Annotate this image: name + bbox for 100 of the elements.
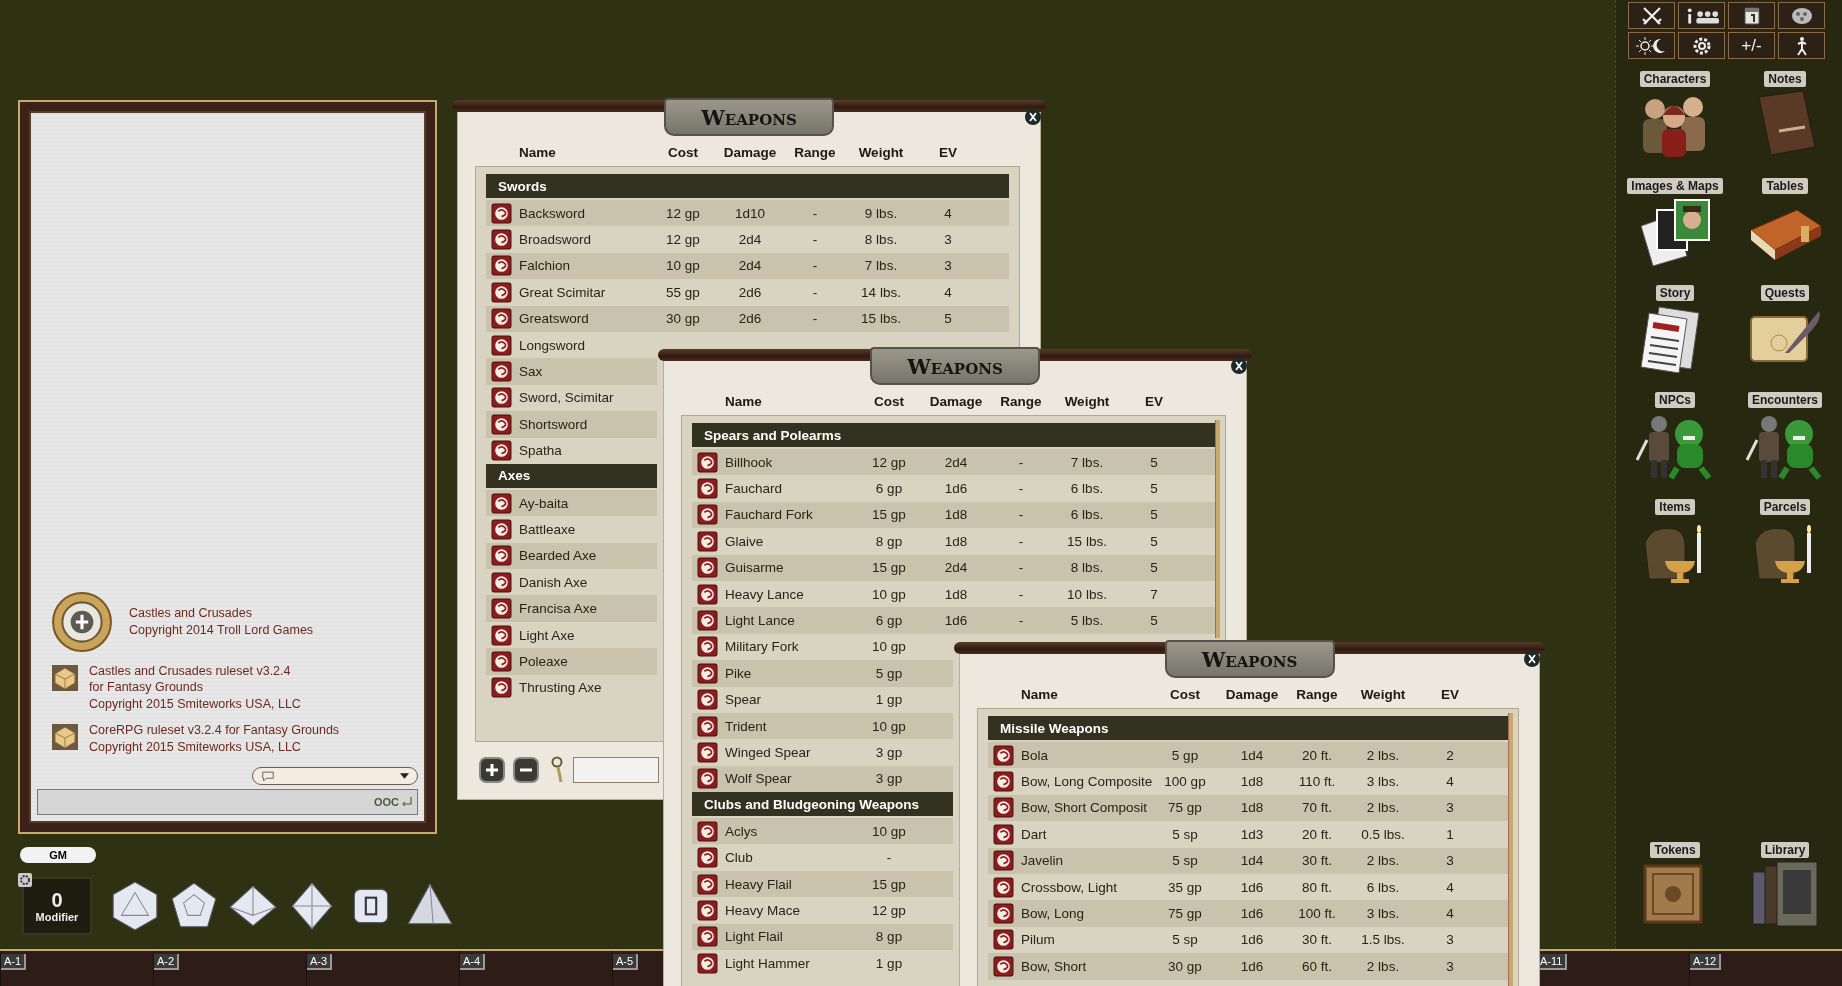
search-field[interactable] bbox=[573, 757, 659, 783]
column-header[interactable]: Range bbox=[990, 393, 1052, 409]
link-icon[interactable] bbox=[993, 929, 1014, 951]
weapon-row[interactable]: Francisa Axe bbox=[486, 595, 657, 622]
link-icon[interactable] bbox=[697, 820, 718, 842]
link-icon[interactable] bbox=[491, 677, 512, 699]
link-icon[interactable] bbox=[993, 903, 1014, 925]
toolbar-button[interactable] bbox=[1628, 2, 1675, 29]
link-icon[interactable] bbox=[697, 926, 718, 948]
link-icon[interactable] bbox=[697, 768, 718, 790]
weapon-row[interactable]: Light Lance 6 gp 1d6 - 5 lbs. 5 bbox=[692, 607, 1215, 634]
weapon-row[interactable]: Poleaxe bbox=[486, 648, 657, 675]
remove-button[interactable] bbox=[513, 757, 539, 783]
weapon-row[interactable]: Sax bbox=[486, 358, 657, 385]
weapon-row[interactable]: Greatsword 30 gp 2d6 - 15 lbs. 5 bbox=[486, 305, 1009, 332]
weapon-row[interactable]: Wolf Spear 3 gp bbox=[692, 765, 953, 793]
link-icon[interactable] bbox=[491, 519, 512, 540]
column-header[interactable]: EV bbox=[916, 144, 980, 160]
weapon-row[interactable]: Ay-baita bbox=[486, 489, 657, 517]
weapon-row[interactable]: Light Flail 8 gp bbox=[692, 923, 953, 951]
weapon-row[interactable]: Shortsword bbox=[486, 411, 657, 438]
weapon-row[interactable]: Guisarme 15 gp 2d4 - 8 lbs. 5 bbox=[692, 554, 1215, 581]
column-header[interactable]: Name bbox=[725, 393, 856, 409]
weapon-row[interactable]: Billhook 12 gp 2d4 - 7 lbs. 5 bbox=[692, 449, 1215, 476]
link-icon[interactable] bbox=[491, 229, 512, 251]
settings-icon[interactable] bbox=[18, 873, 32, 887]
link-icon[interactable] bbox=[697, 873, 718, 895]
weapon-row[interactable]: Bow, Short Composit 75 gp 1d8 70 ft. 2 lbs. 3 bbox=[988, 794, 1511, 822]
column-header[interactable]: Weight bbox=[846, 144, 916, 160]
hotkey-slot[interactable]: A-12 bbox=[1690, 954, 1722, 970]
link-icon[interactable] bbox=[697, 530, 718, 552]
link-icon[interactable] bbox=[697, 952, 718, 974]
sidebar-label[interactable]: Parcels bbox=[1759, 499, 1811, 515]
ooc-label[interactable]: OOC bbox=[373, 796, 399, 808]
weapon-row[interactable]: Bow, Short 30 gp 1d6 60 ft. 2 lbs. 3 bbox=[988, 953, 1511, 980]
link-icon[interactable] bbox=[491, 255, 512, 277]
weapon-row[interactable]: Fauchard Fork 15 gp 1d8 - 6 lbs. 5 bbox=[692, 501, 1215, 529]
link-icon[interactable] bbox=[491, 308, 512, 330]
sidebar-label[interactable]: Items bbox=[1655, 499, 1695, 515]
toolbar-button[interactable] bbox=[1728, 2, 1775, 29]
column-header[interactable]: Name bbox=[1021, 686, 1152, 702]
hotkey-slot[interactable]: A-2 bbox=[154, 954, 180, 970]
link-icon[interactable] bbox=[491, 334, 512, 356]
link-icon[interactable] bbox=[697, 662, 718, 684]
chat-mode-dropdown[interactable] bbox=[252, 767, 418, 785]
add-button[interactable] bbox=[479, 757, 505, 783]
sidebar-label[interactable]: Encounters bbox=[1748, 392, 1822, 408]
link-icon[interactable] bbox=[697, 504, 718, 526]
column-header[interactable]: Damage bbox=[716, 144, 784, 160]
weapon-row[interactable]: Pike 5 gp bbox=[692, 660, 953, 687]
weapon-row[interactable]: Falchion 10 gp 2d4 - 7 lbs. 3 bbox=[486, 252, 1009, 280]
chat-input-field[interactable]: OOC bbox=[37, 789, 418, 815]
column-header[interactable]: Damage bbox=[922, 393, 990, 409]
link-icon[interactable] bbox=[491, 387, 512, 409]
hotkey-slot[interactable]: A-1 bbox=[1, 954, 27, 970]
sidebar-label[interactable]: Tables bbox=[1762, 178, 1808, 194]
link-icon[interactable] bbox=[491, 440, 512, 462]
column-header[interactable]: Cost bbox=[1152, 686, 1218, 702]
link-icon[interactable] bbox=[697, 847, 718, 869]
close-icon[interactable] bbox=[1523, 650, 1541, 668]
toolbar-button[interactable]: +/- bbox=[1728, 32, 1775, 59]
sidebar-label[interactable]: NPCs bbox=[1655, 392, 1695, 408]
hotkey-slot[interactable]: A-4 bbox=[460, 954, 486, 970]
link-icon[interactable] bbox=[993, 876, 1014, 898]
hotkey-slot[interactable]: A-3 bbox=[307, 954, 333, 970]
link-icon[interactable] bbox=[993, 797, 1014, 819]
link-icon[interactable] bbox=[697, 689, 718, 711]
link-icon[interactable] bbox=[491, 598, 512, 620]
close-icon[interactable] bbox=[1024, 108, 1042, 126]
toolbar-button[interactable] bbox=[1628, 32, 1675, 59]
scrollbar[interactable] bbox=[1215, 420, 1220, 638]
link-icon[interactable] bbox=[993, 744, 1014, 766]
column-header[interactable]: Weight bbox=[1348, 686, 1418, 702]
sidebar-label[interactable]: Characters bbox=[1639, 71, 1711, 87]
link-icon[interactable] bbox=[697, 742, 718, 763]
link-icon[interactable] bbox=[491, 492, 512, 514]
sidebar-label[interactable]: Notes bbox=[1764, 71, 1806, 87]
link-icon[interactable] bbox=[697, 478, 718, 500]
identity-label[interactable]: GM bbox=[20, 847, 96, 863]
link-icon[interactable] bbox=[993, 850, 1014, 872]
link-icon[interactable] bbox=[491, 202, 512, 224]
link-icon[interactable] bbox=[491, 571, 512, 593]
column-header[interactable]: EV bbox=[1418, 686, 1482, 702]
weapon-row[interactable]: Bola 5 gp 1d4 20 ft. 2 lbs. 2 bbox=[988, 742, 1511, 769]
column-header[interactable]: Damage bbox=[1218, 686, 1286, 702]
toolbar-button[interactable] bbox=[1778, 2, 1825, 29]
hotkey-slot[interactable]: A-5 bbox=[613, 954, 639, 970]
toolbar-button[interactable] bbox=[1778, 32, 1825, 59]
link-icon[interactable] bbox=[491, 413, 512, 435]
link-icon[interactable] bbox=[491, 650, 512, 672]
column-header[interactable]: Name bbox=[519, 144, 650, 160]
column-header[interactable]: Range bbox=[784, 144, 846, 160]
link-icon[interactable] bbox=[697, 715, 718, 737]
weapon-row[interactable]: Bearded Axe bbox=[486, 542, 657, 570]
sidebar-label[interactable]: Library bbox=[1760, 842, 1810, 858]
link-icon[interactable] bbox=[697, 557, 718, 579]
weapon-row[interactable]: Bow, Long 75 gp 1d6 100 ft. 3 lbs. 4 bbox=[988, 900, 1511, 927]
column-header[interactable]: EV bbox=[1122, 393, 1186, 409]
link-icon[interactable] bbox=[993, 771, 1014, 793]
link-icon[interactable] bbox=[491, 361, 512, 383]
